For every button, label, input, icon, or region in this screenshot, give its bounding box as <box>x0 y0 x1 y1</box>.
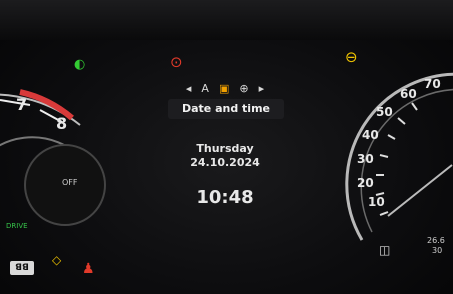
speed-tick-50: 50 <box>376 105 393 119</box>
nav-right-icon: ▸ <box>258 81 265 95</box>
time-label: 10:48 <box>196 187 254 208</box>
parking-light-icon: ◐ <box>74 57 86 72</box>
odometer-sub: 30 <box>432 246 443 255</box>
nav-left-icon: ◂ <box>185 81 192 95</box>
info-display: ◂ A ▣ ⊕ ▸ Date and time Thursday 24.10.2… <box>150 68 300 238</box>
date-label: 24.10.2024 <box>190 156 260 169</box>
speed-tick-20: 20 <box>357 176 374 190</box>
speed-tick-60: 60 <box>400 87 417 101</box>
day-label: Thursday <box>196 142 254 155</box>
tach-tick-7: 7 <box>16 95 28 114</box>
speed-needle <box>387 164 453 217</box>
seatbelt-icon: ♟ <box>82 261 95 277</box>
menu-nav: ◂ A ▣ ⊕ ▸ <box>150 80 300 96</box>
fog-light-icon: ◇ <box>52 253 62 267</box>
menu-title: Date and time <box>168 99 284 119</box>
nav-settings-icon: ⊕ <box>239 81 249 95</box>
speed-tick-30: 30 <box>357 152 374 166</box>
speed-tick-40: 40 <box>362 128 379 142</box>
drive-mode-label: DRIVE <box>6 222 28 230</box>
power-off-label: OFF <box>62 178 78 187</box>
gear-badge: ꓭꓭ <box>10 261 34 275</box>
light-indicator-icon: ◫ <box>379 243 391 257</box>
nav-car-icon: ▣ <box>218 81 230 95</box>
tire-pressure-icon: ⊖ <box>345 48 358 66</box>
tach-tick-8: 8 <box>56 114 68 133</box>
speed-tick-70: 70 <box>424 77 441 91</box>
odometer-value: 26.6 <box>427 236 445 245</box>
speed-tick-10: 10 <box>368 195 385 209</box>
nav-assist-icon: A <box>201 81 209 95</box>
